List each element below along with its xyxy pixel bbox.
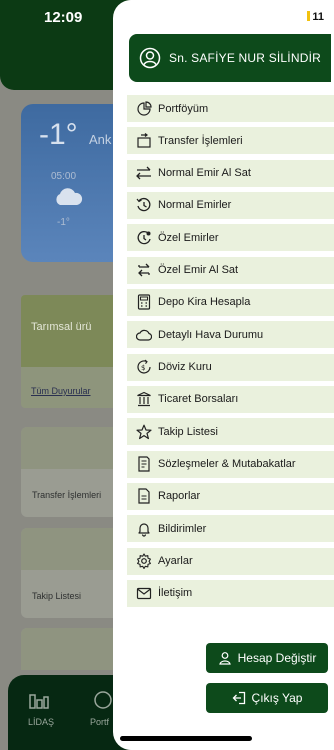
pie-chart-icon xyxy=(137,100,152,116)
exchange-building-icon xyxy=(137,392,151,407)
menu-item-doviz-kuru[interactable]: $ Döviz Kuru xyxy=(127,353,334,381)
cloud-icon xyxy=(136,329,152,341)
weather-city: Ank xyxy=(89,132,112,147)
gear-icon xyxy=(137,553,151,570)
logout-icon xyxy=(232,691,245,705)
menu-item-portfoyum[interactable]: Portföyüm xyxy=(127,95,334,122)
menu-item-hava-durumu[interactable]: Detaylı Hava Durumu xyxy=(127,321,334,349)
svg-text:$: $ xyxy=(141,364,145,372)
nav-label-portfolio[interactable]: Portf xyxy=(90,717,109,727)
menu-item-ticaret-borsalari[interactable]: Ticaret Borsaları xyxy=(127,385,334,413)
menu-item-ozel-emir-al-sat[interactable]: Özel Emir Al Sat xyxy=(127,256,334,284)
star-icon xyxy=(136,424,152,439)
report-icon xyxy=(138,488,150,505)
bell-icon xyxy=(138,523,150,537)
shortcut-label: Takip Listesi xyxy=(32,591,82,601)
contract-icon xyxy=(138,456,150,472)
special-order-icon xyxy=(137,230,151,245)
battery-indicator: 11 xyxy=(307,11,324,23)
menu-item-transfer[interactable]: Transfer İşlemleri xyxy=(127,127,334,155)
transfer-icon xyxy=(137,132,151,148)
home-indicator xyxy=(120,736,252,741)
menu-item-sozlesmeler[interactable]: Sözleşmeler & Mutabakatlar xyxy=(127,450,334,478)
battery-icon xyxy=(307,11,311,21)
menu-item-ayarlar[interactable]: Ayarlar xyxy=(127,547,334,575)
special-swap-icon xyxy=(138,263,150,277)
menu-item-bildirimler[interactable]: Bildirimler xyxy=(127,515,334,543)
mail-icon xyxy=(136,588,152,600)
logout-button[interactable]: Çıkış Yap xyxy=(206,683,328,713)
currency-icon: $ xyxy=(137,359,151,374)
menu-item-takip-listesi[interactable]: Takip Listesi xyxy=(127,418,334,446)
user-name: Sn. SAFİYE NUR SİLİNDİR xyxy=(169,51,321,65)
nav-label-lidas[interactable]: LİDAŞ xyxy=(28,717,54,727)
menu-item-raporlar[interactable]: Raporlar xyxy=(127,482,334,510)
menu-item-ozel-emirler[interactable]: Özel Emirler xyxy=(127,224,334,252)
announcement-text: Tarımsal ürü xyxy=(31,321,92,333)
shortcut-label: Transfer İşlemleri xyxy=(32,490,102,500)
history-icon xyxy=(136,198,151,212)
menu-item-iletisim[interactable]: İletişim xyxy=(127,579,334,607)
cloud-icon xyxy=(56,188,83,205)
change-account-button[interactable]: Hesap Değiştir xyxy=(206,643,328,673)
swap-arrows-icon xyxy=(136,166,151,180)
all-announcements-link[interactable]: Tüm Duyurular xyxy=(31,386,91,396)
menu-item-depo-kira[interactable]: Depo Kira Hesapla xyxy=(127,288,334,316)
calculator-icon xyxy=(137,294,151,311)
user-card[interactable]: Sn. SAFİYE NUR SİLİNDİR xyxy=(129,34,331,82)
menu-item-normal-emirler[interactable]: Normal Emirler xyxy=(127,191,334,219)
weather-hour-temp: -1° xyxy=(57,217,70,228)
side-drawer: 11 Sn. SAFİYE NUR SİLİNDİR Portföyüm Tra… xyxy=(113,0,334,750)
status-time: 12:09 xyxy=(44,9,83,26)
user-icon xyxy=(218,652,231,665)
user-avatar-icon xyxy=(139,47,161,69)
weather-hour: 05:00 xyxy=(51,171,77,182)
drawer-menu: Portföyüm Transfer İşlemleri Normal Emir… xyxy=(127,95,334,612)
weather-temperature: -1° xyxy=(39,118,78,151)
chart-icon[interactable] xyxy=(28,689,50,711)
portfolio-icon[interactable] xyxy=(92,689,114,711)
menu-item-normal-emir-al-sat[interactable]: Normal Emir Al Sat xyxy=(127,159,334,187)
